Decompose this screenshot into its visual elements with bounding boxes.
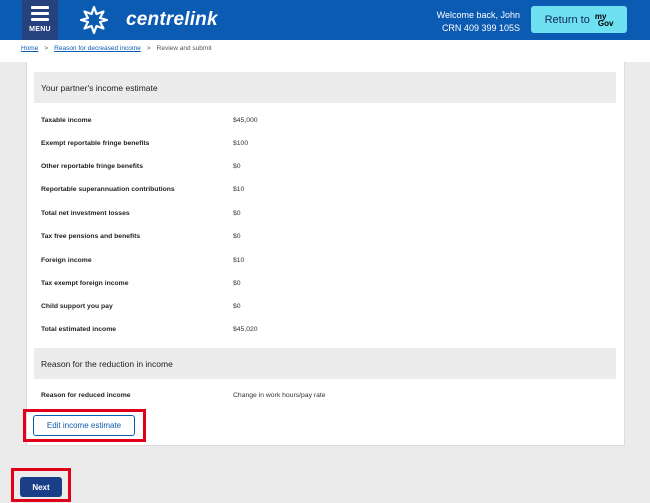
edit-income-estimate-button[interactable]: Edit income estimate — [33, 415, 135, 436]
row-label: Tax exempt foreign income — [41, 280, 129, 287]
total-income-value: $45,020 — [233, 326, 258, 333]
row-value: $100 — [233, 140, 249, 147]
total-income-label: Total estimated income — [41, 326, 117, 333]
welcome-block: Welcome back, John CRN 409 399 105S — [437, 9, 520, 35]
return-to-mygov-button[interactable]: Return to my Gov — [531, 6, 627, 33]
centrelink-star-icon — [79, 5, 109, 35]
row-value: $0 — [233, 280, 241, 287]
row-value: $0 — [233, 163, 241, 170]
menu-button[interactable]: MENU — [22, 0, 58, 40]
review-card — [26, 62, 625, 446]
row-label: Reason for reduced income — [41, 392, 131, 399]
row-value: $0 — [233, 210, 241, 217]
brand-logo-text: centrelink — [126, 9, 218, 30]
breadcrumb: Home > Reason for decreased income > Rev… — [21, 45, 212, 52]
row-value: $0 — [233, 303, 241, 310]
next-button[interactable]: Next — [20, 477, 62, 497]
partner-income-section-heading: Your partner's income estimate — [34, 72, 616, 103]
breadcrumb-reason-link[interactable]: Reason for decreased income — [54, 45, 141, 52]
welcome-text: Welcome back, John — [436, 10, 520, 20]
row-label: Exempt reportable fringe benefits — [41, 140, 150, 147]
breadcrumb-current: Review and submit — [156, 45, 212, 52]
row-label: Taxable income — [41, 117, 92, 124]
breadcrumb-separator: > — [146, 45, 151, 52]
row-value: $10 — [233, 186, 245, 193]
mygov-logo: my Gov — [594, 11, 614, 28]
return-label: Return to — [544, 13, 590, 26]
breadcrumb-separator: > — [44, 45, 49, 52]
breadcrumb-home-link[interactable]: Home — [21, 45, 38, 52]
row-label: Tax free pensions and benefits — [41, 233, 141, 240]
row-label: Foreign income — [41, 257, 92, 264]
row-label: Reportable superannuation contributions — [41, 186, 175, 193]
row-value: $10 — [233, 257, 245, 264]
row-label: Total net investment losses — [41, 210, 130, 217]
row-value: $45,000 — [233, 117, 258, 124]
row-label: Child support you pay — [41, 303, 113, 310]
row-label: Other reportable fringe benefits — [41, 163, 143, 170]
hamburger-icon — [31, 6, 49, 21]
row-value: Change in work hours/pay rate — [233, 392, 326, 399]
menu-label: MENU — [29, 26, 51, 33]
reduction-reason-section-heading: Reason for the reduction in income — [34, 348, 616, 379]
crn-text: CRN 409 399 105S — [441, 23, 520, 33]
site-header: MENU centrelink Welcome back, John CRN 4… — [0, 0, 650, 40]
row-value: $0 — [233, 233, 241, 240]
